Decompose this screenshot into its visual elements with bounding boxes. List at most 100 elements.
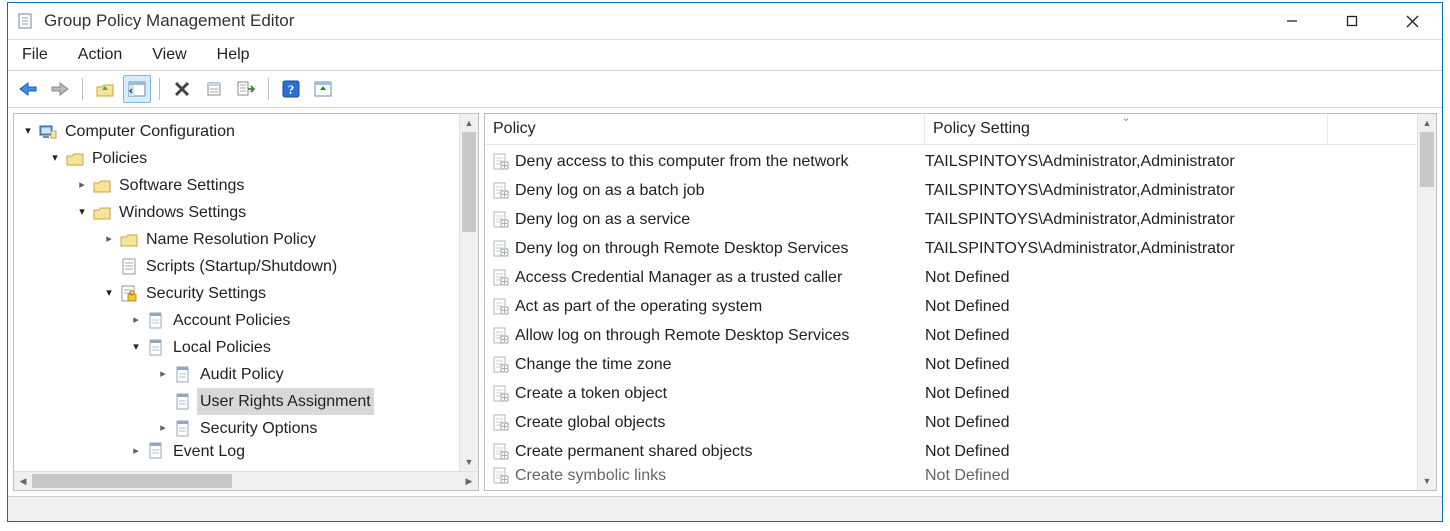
menu-action[interactable]: Action [72,44,128,66]
tree-node[interactable]: ▸Software Settings [20,172,478,199]
policy-item-icon [491,210,511,230]
tree-node[interactable]: ▸Audit Policy [20,361,478,388]
computer-icon [38,122,58,142]
cell-policy: Deny log on as a batch job [515,182,925,200]
list-row[interactable]: Deny log on through Remote Desktop Servi… [485,234,1418,263]
scroll-up-arrow-icon[interactable]: ▲ [1418,114,1436,132]
script-icon [119,257,139,277]
cell-policy: Create permanent shared objects [515,443,925,461]
list-body[interactable]: Deny access to this computer from the ne… [485,145,1418,486]
tree-node[interactable]: ▾Windows Settings [20,199,478,226]
list-row[interactable]: Access Credential Manager as a trusted c… [485,263,1418,292]
menu-view[interactable]: View [146,44,192,66]
list-row[interactable]: Deny access to this computer from the ne… [485,147,1418,176]
list-row[interactable]: Deny log on as a batch jobTAILSPINTOYS\A… [485,176,1418,205]
toolbar-separator [82,78,83,100]
menu-file[interactable]: File [16,44,54,66]
minimize-button[interactable] [1262,3,1322,39]
policy-item-icon [491,413,511,433]
properties-button[interactable] [200,75,228,103]
scroll-down-arrow-icon[interactable]: ▼ [460,453,478,471]
tree-node[interactable]: ▾Security Settings [20,280,478,307]
tree-node-label: Local Policies [170,334,274,361]
list-row[interactable]: Create global objectsNot Defined [485,408,1418,437]
list-row[interactable]: Create a token objectNot Defined [485,379,1418,408]
tree-node-label: Security Options [197,415,320,442]
column-header-policy-setting[interactable]: Policy Setting ⌄ [925,114,1328,144]
tree-node[interactable]: ▾Local Policies [20,334,478,361]
menubar: File Action View Help [8,40,1442,71]
list-row[interactable]: Deny log on as a serviceTAILSPINTOYS\Adm… [485,205,1418,234]
column-header-policy[interactable]: Policy [485,114,925,144]
cell-policy: Create a token object [515,385,925,403]
show-hide-tree-button[interactable] [123,75,151,103]
tree-node[interactable]: ▾Policies [20,145,478,172]
list-header: Policy Policy Setting ⌄ [485,114,1418,145]
scroll-thumb[interactable] [32,474,232,488]
list-row[interactable]: Create permanent shared objectsNot Defin… [485,437,1418,466]
titlebar[interactable]: Group Policy Management Editor [8,3,1442,40]
back-button[interactable] [14,75,42,103]
tree-node-label: Software Settings [116,172,247,199]
close-button[interactable] [1382,3,1442,39]
list-row[interactable]: Create symbolic linksNot Defined [485,466,1418,486]
list-row[interactable]: Allow log on through Remote Desktop Serv… [485,321,1418,350]
panes: ▾Computer Configuration▾Policies▸Softwar… [8,108,1442,497]
scroll-right-arrow-icon[interactable]: ▶ [460,472,478,490]
toolbar-separator [159,78,160,100]
cell-policy: Act as part of the operating system [515,298,925,316]
tree-vertical-scrollbar[interactable]: ▲ ▼ [459,114,478,471]
svg-text:?: ? [288,82,295,97]
folder-icon [92,176,112,196]
scroll-down-arrow-icon[interactable]: ▼ [1418,472,1436,490]
tree-node[interactable]: Scripts (Startup/Shutdown) [20,253,478,280]
policy-icon [146,311,166,331]
cell-policy-setting: Not Defined [925,414,1418,432]
tree-node-label: Event Log [170,442,248,460]
scroll-thumb[interactable] [462,132,476,232]
cell-policy-setting: Not Defined [925,467,1418,485]
policy-item-icon [491,239,511,259]
export-list-button[interactable] [232,75,260,103]
maximize-button[interactable] [1322,3,1382,39]
tree-horizontal-scrollbar[interactable]: ◀ ▶ [14,471,478,490]
tree[interactable]: ▾Computer Configuration▾Policies▸Softwar… [14,114,478,460]
cell-policy-setting: Not Defined [925,327,1418,345]
menu-help[interactable]: Help [211,44,256,66]
scroll-up-arrow-icon[interactable]: ▲ [460,114,478,132]
delete-button[interactable] [168,75,196,103]
policy-item-icon [491,466,511,486]
policy-icon [173,392,193,412]
cell-policy-setting: TAILSPINTOYS\Administrator,Administrator [925,240,1418,258]
cell-policy-setting: TAILSPINTOYS\Administrator,Administrator [925,182,1418,200]
toolbar-separator [268,78,269,100]
policy-item-icon [491,297,511,317]
cell-policy: Create symbolic links [515,467,925,485]
cell-policy-setting: Not Defined [925,298,1418,316]
cell-policy: Deny access to this computer from the ne… [515,153,925,171]
tree-node[interactable]: User Rights Assignment [20,388,478,415]
policy-item-icon [491,442,511,462]
refresh-button[interactable] [309,75,337,103]
tree-node-label: Policies [89,145,150,172]
tree-node[interactable]: ▸Event Log [20,442,478,460]
scroll-thumb[interactable] [1420,132,1434,187]
statusbar [8,497,1442,521]
tree-node-label: Account Policies [170,307,293,334]
list-row[interactable]: Act as part of the operating systemNot D… [485,292,1418,321]
scroll-left-arrow-icon[interactable]: ◀ [14,472,32,490]
folder-icon [119,230,139,250]
help-button[interactable]: ? [277,75,305,103]
up-level-button[interactable] [91,75,119,103]
tree-node[interactable]: ▾Computer Configuration [20,118,478,145]
tree-node[interactable]: ▸Security Options [20,415,478,442]
column-header-blank[interactable] [1328,114,1418,144]
list-row[interactable]: Change the time zoneNot Defined [485,350,1418,379]
tree-node-label: Windows Settings [116,199,249,226]
app-icon [16,11,36,31]
list-vertical-scrollbar[interactable]: ▲ ▼ [1417,114,1436,490]
forward-button[interactable] [46,75,74,103]
tree-pane: ▾Computer Configuration▾Policies▸Softwar… [13,113,479,491]
tree-node[interactable]: ▸Name Resolution Policy [20,226,478,253]
tree-node[interactable]: ▸Account Policies [20,307,478,334]
